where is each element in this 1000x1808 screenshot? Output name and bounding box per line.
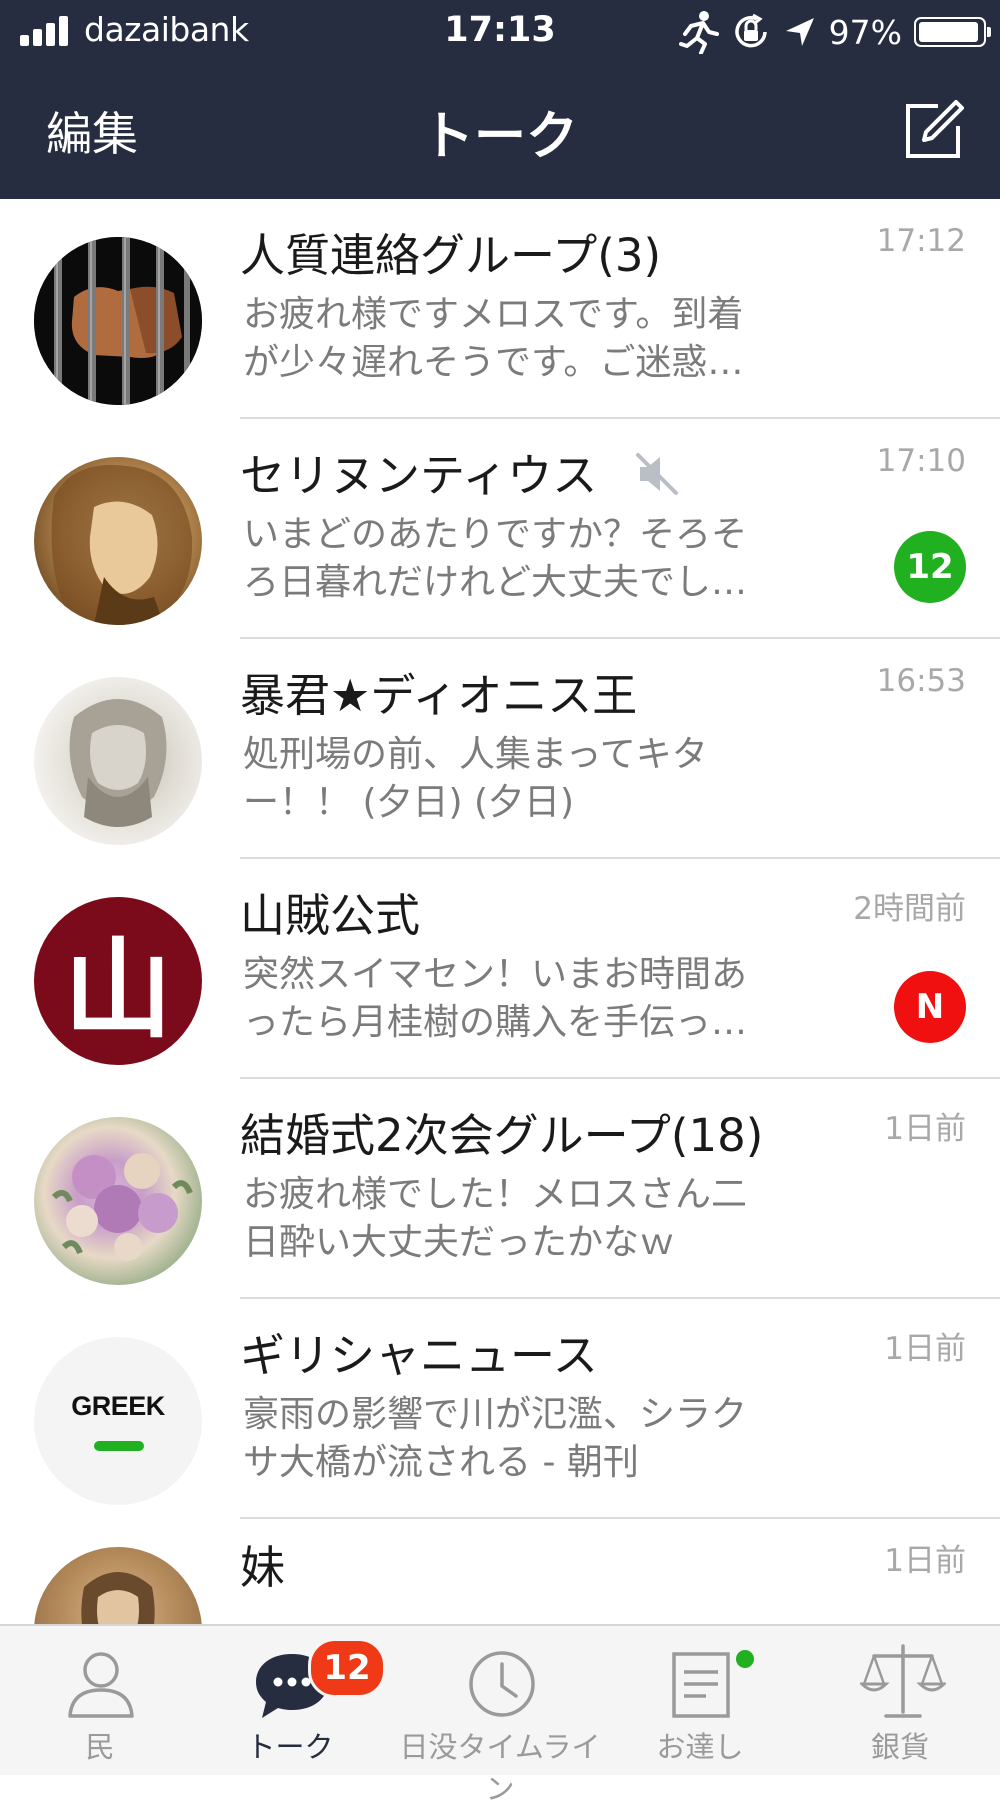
chat-row[interactable]: セリヌンティウス 17:10 いまどのあたりですか？そろそろ日暮れだけれど大丈夫… bbox=[0, 419, 1000, 639]
tab-unread-badge: 12 bbox=[308, 1638, 386, 1698]
new-badge: N bbox=[894, 971, 966, 1043]
battery-percent: 97% bbox=[828, 12, 902, 52]
chat-row[interactable]: 人質連絡グループ(3) 17:12 お疲れ様ですメロスです。到着が少々遅れそうで… bbox=[0, 199, 1000, 419]
chat-list: 人質連絡グループ(3) 17:12 お疲れ様ですメロスです。到着が少々遅れそうで… bbox=[0, 199, 1000, 1624]
bouquet-image bbox=[51, 1153, 193, 1261]
notice-dot bbox=[736, 1650, 754, 1668]
divider bbox=[240, 1517, 1000, 1519]
header: dazaibank 17:13 97% 編集 トーク bbox=[0, 0, 1000, 199]
mute-icon bbox=[635, 453, 678, 495]
chat-preview: お疲れ様でした！メロスさん二日酔い大丈夫だったかなｗ bbox=[243, 1174, 748, 1263]
chat-name: ギリシャニュース bbox=[240, 1329, 598, 1382]
avatar bbox=[34, 1117, 202, 1285]
chat-row[interactable]: 山 山賊公式 2時間前 突然スイマセン！いまお時間あったら月桂樹の購入を手伝っ…… bbox=[0, 859, 1000, 1079]
status-icons: 97% bbox=[678, 8, 991, 56]
chat-preview: お疲れ様ですメロスです。到着が少々遅れそうです。ご迷惑… bbox=[243, 294, 744, 383]
chat-time: 1日前 bbox=[884, 1331, 966, 1367]
chat-preview: 突然スイマセン！いまお時間あったら月桂樹の購入を手伝っ… bbox=[243, 954, 748, 1043]
battery-icon bbox=[914, 17, 991, 47]
running-icon bbox=[678, 11, 719, 54]
chat-time: 2時間前 bbox=[853, 891, 966, 927]
tab-timeline[interactable]: 日没タイムライン bbox=[400, 1626, 600, 1806]
avatar bbox=[34, 237, 202, 405]
chat-preview: いまどのあたりですか？そろそろ日暮れだけれど大丈夫でし… bbox=[243, 514, 748, 603]
chat-name: セリヌンティウス bbox=[240, 439, 680, 504]
tab-people[interactable]: 民 bbox=[0, 1626, 200, 1777]
compose-icon[interactable] bbox=[902, 98, 966, 162]
chat-time: 1日前 bbox=[884, 1543, 966, 1579]
tab-label: 銀貨 bbox=[870, 1730, 929, 1764]
chat-row[interactable]: GREEK ギリシャニュース 1日前 豪雨の影響で川が氾濫、シラクサ大橋が流され… bbox=[0, 1299, 1000, 1519]
avatar: GREEK bbox=[34, 1337, 202, 1505]
tab-label: 日没タイムライン bbox=[399, 1730, 601, 1806]
statue-image bbox=[69, 699, 167, 827]
chat-time: 16:53 bbox=[876, 663, 966, 699]
avatar bbox=[34, 457, 202, 625]
chat-time: 17:10 bbox=[876, 443, 966, 479]
tab-label: トーク bbox=[246, 1730, 334, 1764]
tab-label: 民 bbox=[85, 1730, 115, 1764]
page-title: トーク bbox=[421, 107, 578, 167]
chat-name: 暴君★ディオニス王 bbox=[240, 669, 638, 722]
chat-name: 妹 bbox=[240, 1541, 286, 1594]
painting-image bbox=[81, 1572, 155, 1624]
tab-bar: 民 トーク 12 日没タイムライン お達し 銀貨 bbox=[0, 1624, 1000, 1806]
chat-name-text: セリヌンティウス bbox=[240, 449, 598, 502]
unread-count-badge: 12 bbox=[894, 531, 966, 603]
clock-icon bbox=[469, 1651, 535, 1717]
chat-time: 17:12 bbox=[876, 223, 966, 259]
avatar bbox=[34, 1547, 202, 1624]
scales-icon bbox=[860, 1644, 946, 1718]
prison-bars-image bbox=[34, 237, 202, 405]
avatar: 山 bbox=[34, 897, 202, 1065]
chat-name: 結婚式2次会グループ(18) bbox=[240, 1109, 764, 1162]
person-icon bbox=[68, 1652, 134, 1718]
avatar bbox=[34, 677, 202, 845]
notice-icon bbox=[672, 1652, 730, 1718]
chat-time: 1日前 bbox=[884, 1111, 966, 1147]
chat-preview: 処刑場の前、人集まってキター！！ (夕日) (夕日) bbox=[243, 734, 708, 823]
chat-row[interactable]: 妹 1日前 bbox=[0, 1539, 1000, 1624]
rotation-lock-icon bbox=[734, 13, 767, 48]
tab-label: お達し bbox=[656, 1730, 744, 1764]
greek-logo-text: GREEK bbox=[71, 1391, 165, 1421]
tab-notice[interactable]: お達し bbox=[600, 1626, 800, 1777]
tab-coins[interactable]: 銀貨 bbox=[800, 1626, 1000, 1777]
chat-row[interactable]: 結婚式2次会グループ(18) 1日前 お疲れ様でした！メロスさん二日酔い大丈夫だ… bbox=[0, 1079, 1000, 1299]
chat-preview: 豪雨の影響で川が氾濫、シラクサ大橋が流される - 朝刊 bbox=[243, 1394, 748, 1483]
greek-logo-bar bbox=[94, 1441, 144, 1451]
chat-name: 人質連絡グループ(3) bbox=[240, 229, 662, 282]
status-bar: dazaibank 17:13 97% bbox=[0, 0, 1000, 64]
chat-row[interactable]: 暴君★ディオニス王 16:53 処刑場の前、人集まってキター！！ (夕日) (夕… bbox=[0, 639, 1000, 859]
chat-name: 山賊公式 bbox=[240, 889, 421, 942]
location-arrow-icon bbox=[785, 18, 814, 46]
portrait-image bbox=[51, 465, 193, 625]
